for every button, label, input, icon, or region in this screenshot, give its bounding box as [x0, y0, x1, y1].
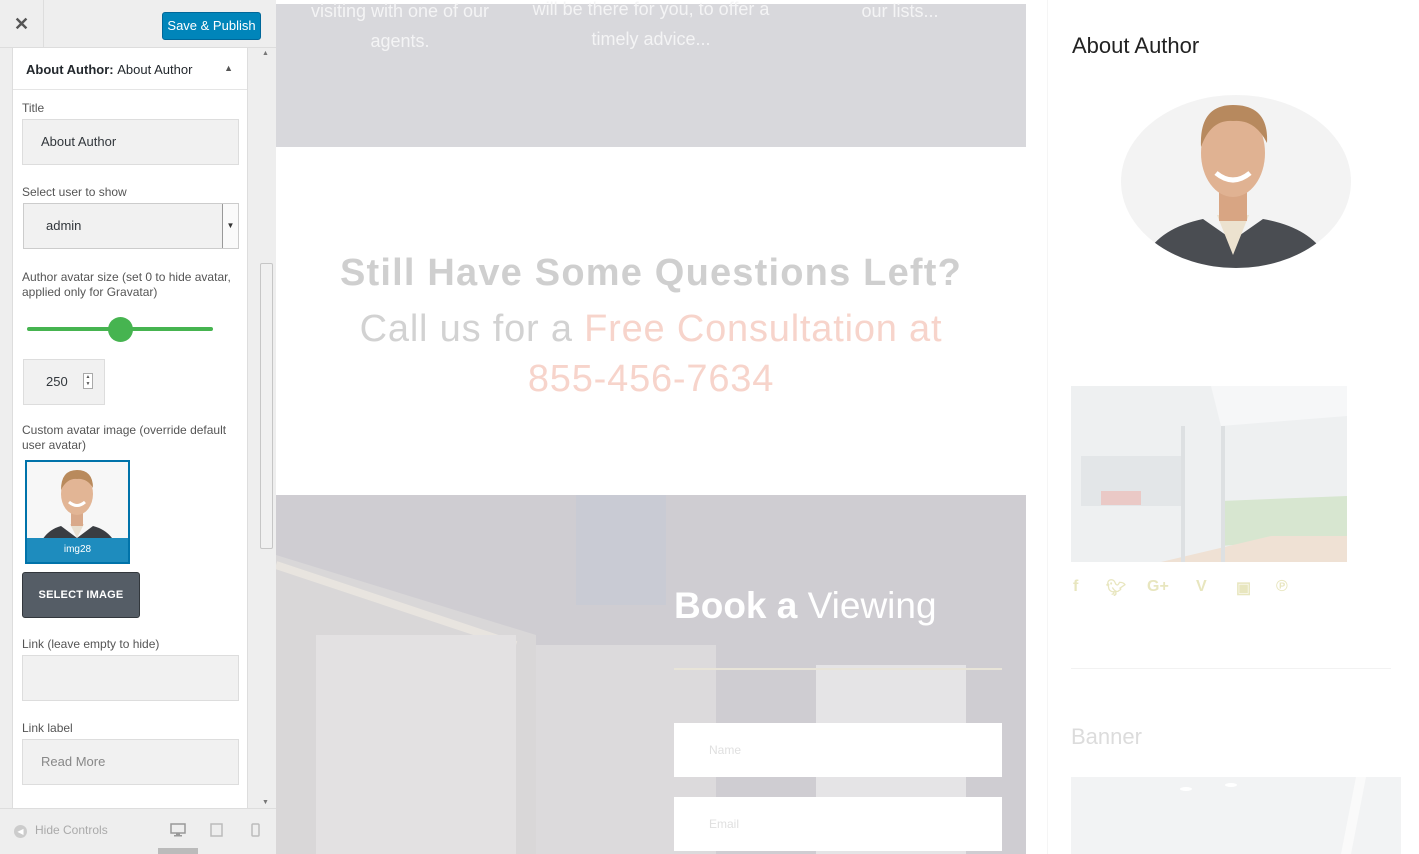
mobile-icon[interactable]: [251, 823, 260, 840]
questions-heading: Still Have Some Questions Left?: [339, 252, 963, 294]
author-photo-icon: [1141, 105, 1331, 268]
widget-section: About Author: About Author ▲ Title About…: [12, 48, 248, 808]
phone-link[interactable]: Free Consultation at 855-456-7634: [528, 308, 942, 400]
spinner-icon[interactable]: ▲ ▼: [83, 373, 93, 389]
customizer-panel: ✕ Save & Publish About Author: About Aut…: [0, 0, 276, 854]
pinterest-icon[interactable]: ℗: [1276, 578, 1288, 596]
consultation-text: Call us for a Free Consultation at 855-4…: [359, 308, 943, 400]
author-avatar: [1121, 95, 1351, 268]
collapse-icon: ◀: [14, 825, 27, 838]
vimeo-icon[interactable]: V: [1196, 578, 1207, 596]
book-viewing-section: Book a Viewing Name Email: [276, 495, 1026, 854]
tablet-icon[interactable]: [210, 823, 223, 840]
twitter-icon[interactable]: 🐦︎: [1106, 578, 1126, 598]
youtube-icon[interactable]: ▣: [1236, 578, 1251, 598]
title-label: Title: [22, 101, 45, 115]
image-caption: img28: [27, 538, 128, 562]
feature-text: will be there for you, to offer a timely…: [532, 0, 770, 49]
triangle-up-icon[interactable]: ▲: [224, 63, 233, 73]
select-image-button[interactable]: SELECT IMAGE: [22, 572, 140, 618]
customizer-footer: ◀ Hide Controls: [0, 808, 276, 854]
customizer-header: ✕ Save & Publish: [0, 0, 276, 48]
save-publish-button[interactable]: Save & Publish: [162, 12, 261, 40]
user-select[interactable]: admin ▼: [23, 203, 239, 249]
select-user-label: Select user to show: [22, 185, 127, 199]
banner-photo: [1071, 777, 1401, 854]
active-device-indicator: [158, 848, 198, 854]
link-label-label: Link label: [22, 721, 73, 735]
feature-text: visiting with one of our agents.: [310, 1, 490, 51]
sidebar-about-title: About Author: [1072, 33, 1200, 58]
name-input[interactable]: Name: [674, 723, 1002, 777]
close-icon[interactable]: ✕: [0, 0, 44, 48]
banner-title: Banner: [1071, 724, 1142, 749]
user-select-value: admin: [46, 218, 82, 233]
hide-controls-button[interactable]: ◀ Hide Controls: [14, 823, 108, 838]
banner-image[interactable]: [1071, 777, 1401, 854]
title-input[interactable]: About Author: [22, 119, 239, 165]
custom-avatar-label: Custom avatar image (override default us…: [22, 423, 227, 452]
facebook-icon[interactable]: f: [1073, 578, 1078, 596]
link-label: Link (leave empty to hide): [22, 637, 160, 651]
scrollbar-thumb[interactable]: [260, 263, 273, 549]
interior-image: [1071, 386, 1347, 562]
sidebar-separator: [1071, 668, 1391, 669]
link-input[interactable]: [22, 655, 239, 701]
avatar-size-label: Author avatar size (set 0 to hide avatar…: [22, 270, 231, 299]
feature-text: our lists...: [861, 1, 939, 21]
email-input[interactable]: Email: [674, 797, 1002, 851]
link-label-input[interactable]: Read More: [22, 739, 239, 785]
site-preview: visiting with one of our agents. will be…: [276, 0, 1419, 854]
features-band: visiting with one of our agents. will be…: [276, 0, 1026, 147]
google-plus-icon[interactable]: G+: [1147, 578, 1169, 596]
dropdown-arrow-icon[interactable]: ▼: [222, 204, 238, 248]
widget-title: About Author: About Author: [26, 62, 193, 77]
interior-photo: [1071, 386, 1347, 562]
title-divider: [674, 668, 1002, 670]
avatar-size-slider-handle[interactable]: [107, 317, 133, 342]
avatar-size-value: 250: [46, 374, 68, 389]
custom-avatar-thumbnail[interactable]: img28: [25, 460, 130, 564]
book-viewing-title: Book a Viewing: [674, 585, 937, 626]
scroll-up-icon[interactable]: ▲: [262, 50, 269, 57]
avatar-size-input[interactable]: 250 ▲ ▼: [23, 359, 105, 405]
widget-header[interactable]: About Author: About Author ▲: [13, 48, 247, 90]
desktop-icon[interactable]: [170, 823, 186, 840]
sidebar-divider: [1047, 0, 1048, 854]
scroll-down-icon[interactable]: ▼: [262, 799, 269, 806]
